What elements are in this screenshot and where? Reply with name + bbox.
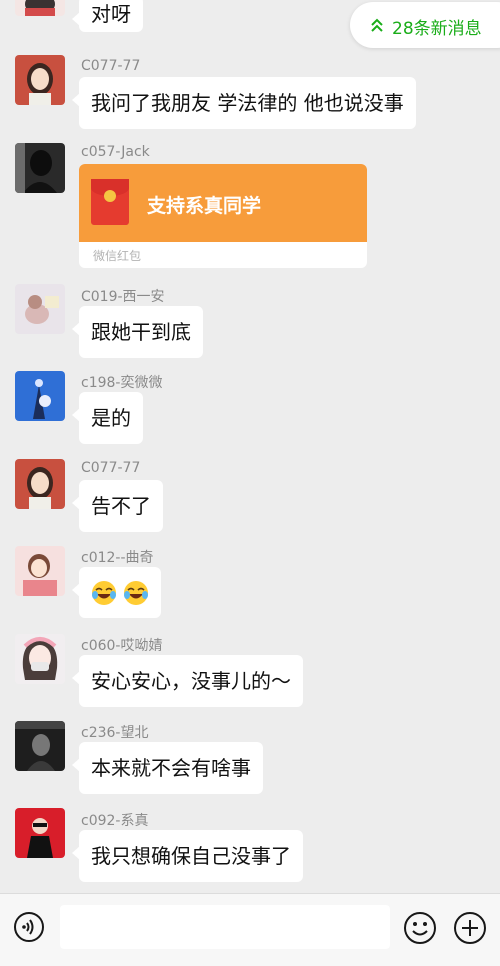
message-bubble[interactable]: 安心安心，没事儿的～ — [72, 655, 303, 707]
sender-nickname: c060-哎呦婧 — [81, 638, 163, 654]
message-bubble[interactable]: 本来就不会有啥事 — [72, 742, 263, 794]
avatar[interactable] — [15, 284, 65, 334]
red-packet-footer: 微信红包 — [93, 249, 142, 263]
sender-nickname: c236-望北 — [81, 725, 149, 741]
voice-input-icon[interactable] — [13, 911, 45, 943]
avatar[interactable] — [15, 808, 65, 858]
message-text: 对呀 — [91, 2, 131, 26]
message-text: 告不了 — [91, 494, 151, 518]
sender-nickname: c012--曲奇 — [81, 550, 154, 566]
message-text: 我只想确保自己没事了 — [91, 844, 291, 868]
message-bubble[interactable]: 是的 — [72, 392, 143, 444]
message-bubble[interactable]: 对呀 — [72, 0, 143, 32]
new-messages-button[interactable]: 28条新消息 — [350, 2, 500, 48]
face-with-tears-of-joy-icon — [92, 580, 116, 605]
message-text: 是的 — [91, 406, 131, 430]
message-text: 安心安心，没事儿的～ — [91, 669, 291, 693]
avatar[interactable] — [15, 459, 65, 509]
sender-nickname: C077-77 — [81, 58, 141, 74]
message-bubble[interactable]: 我问了我朋友 学法律的 他也说没事 — [72, 77, 416, 129]
message-text: 我问了我朋友 学法律的 他也说没事 — [91, 91, 404, 115]
avatar[interactable] — [15, 143, 65, 193]
chat-message-list[interactable]: 对呀 C077-77 我问了我朋友 学法律的 他也说没事 c057-Jack 支… — [0, 0, 500, 893]
avatar[interactable] — [15, 634, 65, 684]
message-bubble[interactable]: 我只想确保自己没事了 — [72, 830, 303, 882]
message-input[interactable] — [60, 905, 390, 949]
new-messages-label: 28条新消息 — [392, 19, 482, 39]
red-packet-card[interactable]: 支持系真同学 微信红包 — [79, 164, 367, 268]
avatar[interactable] — [15, 0, 65, 16]
message-text: 跟她干到底 — [91, 320, 191, 344]
red-packet-title: 支持系真同学 — [147, 195, 262, 217]
avatar[interactable] — [15, 371, 65, 421]
sender-nickname: c057-Jack — [81, 144, 150, 160]
message-bubble[interactable]: 跟她干到底 — [72, 306, 203, 358]
message-bubble[interactable]: 告不了 — [72, 480, 163, 532]
avatar[interactable] — [15, 546, 65, 596]
avatar[interactable] — [15, 55, 65, 105]
input-bar — [0, 893, 500, 966]
sender-nickname: c092-系真 — [81, 813, 149, 829]
sender-nickname: C019-西一安 — [81, 289, 165, 305]
message-bubble[interactable] — [72, 567, 161, 618]
add-icon[interactable] — [453, 911, 487, 945]
emoji-icon[interactable] — [403, 911, 437, 945]
sender-nickname: c198-奕微微 — [81, 375, 163, 391]
message-text: 本来就不会有啥事 — [91, 756, 251, 780]
red-packet-header: 支持系真同学 — [79, 164, 367, 242]
sender-nickname: C077-77 — [81, 460, 141, 476]
red-envelope-icon — [91, 179, 129, 225]
avatar[interactable] — [15, 721, 65, 771]
double-chevron-up-icon — [371, 18, 383, 32]
face-with-tears-of-joy-icon — [124, 580, 148, 605]
